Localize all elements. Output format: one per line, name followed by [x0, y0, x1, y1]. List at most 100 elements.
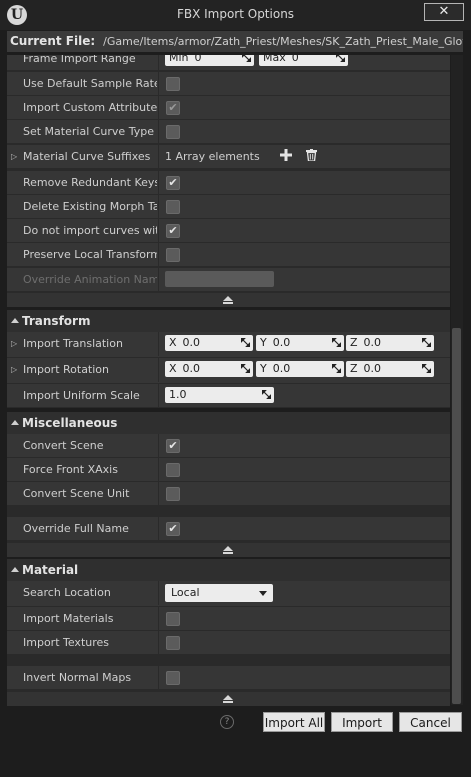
z-axis-label: Z — [350, 336, 358, 349]
column-divider — [158, 631, 159, 655]
miscellaneous-title: Miscellaneous — [22, 416, 118, 430]
import-all-button[interactable]: Import All — [263, 712, 325, 732]
frame-range-min-field[interactable]: Min 0 — [165, 55, 254, 66]
delete-existing-morph-targets-row: Delete Existing Morph Targ — [7, 195, 450, 219]
override-animation-name-row: Override Animation Name — [7, 268, 450, 292]
help-icon[interactable]: ? — [220, 715, 234, 729]
rotation-y-field[interactable]: Y 0.0 — [256, 361, 344, 377]
column-divider — [158, 458, 159, 482]
set-material-curve-type-checkbox[interactable] — [166, 125, 180, 139]
import-button[interactable]: Import — [331, 712, 393, 732]
do-not-import-curves-checkbox[interactable]: ✔ — [166, 224, 180, 238]
column-divider — [158, 434, 159, 458]
translation-y-value: 0.0 — [272, 336, 291, 349]
import-textures-row: Import Textures — [7, 631, 450, 655]
uniform-scale-field[interactable]: 1.0 — [165, 387, 274, 403]
collapse-material-button[interactable] — [7, 692, 450, 706]
translation-z-value: 0.0 — [363, 336, 382, 349]
rotation-x-field[interactable]: X 0.0 — [165, 361, 253, 377]
drag-handle-icon[interactable] — [332, 338, 341, 347]
drag-handle-icon[interactable] — [242, 55, 251, 62]
scrollbar-thumb[interactable] — [452, 328, 461, 704]
invert-normal-maps-checkbox[interactable] — [166, 671, 180, 685]
translation-z-field[interactable]: Z 0.0 — [346, 335, 434, 351]
invert-normal-maps-label: Invert Normal Maps — [23, 671, 132, 684]
material-curve-suffixes-label: Material Curve Suffixes — [23, 150, 151, 163]
convert-scene-checkbox[interactable]: ✔ — [166, 439, 180, 453]
collapse-up-icon — [223, 296, 233, 301]
x-axis-label: X — [169, 362, 177, 375]
column-divider — [158, 243, 159, 267]
material-section-header[interactable]: Material — [7, 559, 450, 581]
trash-icon[interactable] — [304, 149, 318, 163]
rotation-z-field[interactable]: Z 0.0 — [346, 361, 434, 377]
override-animation-name-label: Override Animation Name — [23, 273, 157, 286]
column-divider — [158, 72, 159, 96]
current-file-path: /Game/Items/armor/Zath_Priest/Meshes/SK_… — [103, 35, 463, 48]
x-axis-label: X — [169, 336, 177, 349]
remove-redundant-keys-row: Remove Redundant Keys ✔ — [7, 171, 450, 195]
collapse-animation-button[interactable] — [7, 293, 450, 307]
collapse-miscellaneous-button[interactable] — [7, 543, 450, 557]
convert-scene-unit-checkbox[interactable] — [166, 487, 180, 501]
title-bar[interactable]: U FBX Import Options ✕ — [0, 0, 471, 30]
column-divider — [158, 268, 159, 292]
convert-scene-unit-label: Convert Scene Unit — [23, 487, 130, 500]
expand-arrow-icon[interactable]: ▷ — [11, 145, 17, 168]
close-button[interactable]: ✕ — [424, 3, 464, 21]
frame-import-range-row: Frame Import Range Min 0 Max 0 — [7, 55, 450, 71]
expand-arrow-icon[interactable]: ▷ — [11, 332, 17, 355]
drag-handle-icon[interactable] — [241, 338, 250, 347]
collapse-up-icon — [223, 546, 233, 551]
frame-range-max-field[interactable]: Max 0 — [259, 55, 348, 66]
column-divider — [158, 482, 159, 506]
column-divider — [158, 145, 159, 169]
max-value: 0 — [291, 55, 299, 64]
expand-arrow-icon[interactable]: ▷ — [11, 358, 17, 381]
import-materials-label: Import Materials — [23, 612, 114, 625]
import-textures-checkbox[interactable] — [166, 636, 180, 650]
collapse-line-icon — [223, 552, 233, 554]
transform-section-header[interactable]: Transform — [7, 310, 450, 332]
do-not-import-curves-label: Do not import curves with o — [23, 224, 157, 237]
transform-title: Transform — [22, 314, 91, 328]
import-translation-label: Import Translation — [23, 337, 123, 350]
import-custom-attribute-row: Import Custom Attribute ✔ — [7, 96, 450, 120]
y-axis-label: Y — [260, 362, 267, 375]
drag-handle-icon[interactable] — [422, 338, 431, 347]
column-divider — [158, 517, 159, 541]
use-default-sample-rate-checkbox[interactable] — [166, 77, 180, 91]
remove-redundant-keys-checkbox[interactable]: ✔ — [166, 176, 180, 190]
miscellaneous-section-header[interactable]: Miscellaneous — [7, 412, 450, 434]
delete-existing-morph-targets-checkbox[interactable] — [166, 200, 180, 214]
drag-handle-icon[interactable] — [332, 364, 341, 373]
force-front-xaxis-checkbox[interactable] — [166, 463, 180, 477]
drag-handle-icon[interactable] — [262, 390, 271, 399]
current-file-label: Current File: — [10, 34, 96, 48]
column-divider — [158, 332, 159, 356]
search-location-dropdown[interactable]: Local — [165, 584, 273, 602]
import-materials-checkbox[interactable] — [166, 612, 180, 626]
drag-handle-icon[interactable] — [336, 55, 345, 62]
force-front-xaxis-row: Force Front XAxis — [7, 458, 450, 482]
import-custom-attribute-label: Import Custom Attribute — [23, 101, 157, 114]
translation-y-field[interactable]: Y 0.0 — [256, 335, 344, 351]
animation-options-panel: Frame Import Range Min 0 Max 0 Use Default… — [7, 55, 450, 307]
drag-handle-icon[interactable] — [422, 364, 431, 373]
search-location-label: Search Location — [23, 586, 111, 599]
override-full-name-row: Override Full Name ✔ — [7, 517, 450, 541]
column-divider — [158, 96, 159, 120]
plus-icon[interactable] — [279, 149, 293, 163]
collapse-up-icon — [223, 695, 233, 700]
translation-x-field[interactable]: X 0.0 — [165, 335, 253, 351]
cancel-button[interactable]: Cancel — [399, 712, 462, 732]
do-not-import-curves-row: Do not import curves with o ✔ — [7, 219, 450, 243]
convert-scene-label: Convert Scene — [23, 439, 104, 452]
material-title: Material — [22, 563, 79, 577]
preserve-local-transform-checkbox[interactable] — [166, 248, 180, 262]
import-custom-attribute-checkbox[interactable]: ✔ — [166, 101, 180, 115]
import-materials-row: Import Materials — [7, 607, 450, 631]
override-full-name-checkbox[interactable]: ✔ — [166, 522, 180, 536]
drag-handle-icon[interactable] — [241, 364, 250, 373]
miscellaneous-panel: Convert Scene ✔ Force Front XAxis Conver… — [7, 434, 450, 557]
